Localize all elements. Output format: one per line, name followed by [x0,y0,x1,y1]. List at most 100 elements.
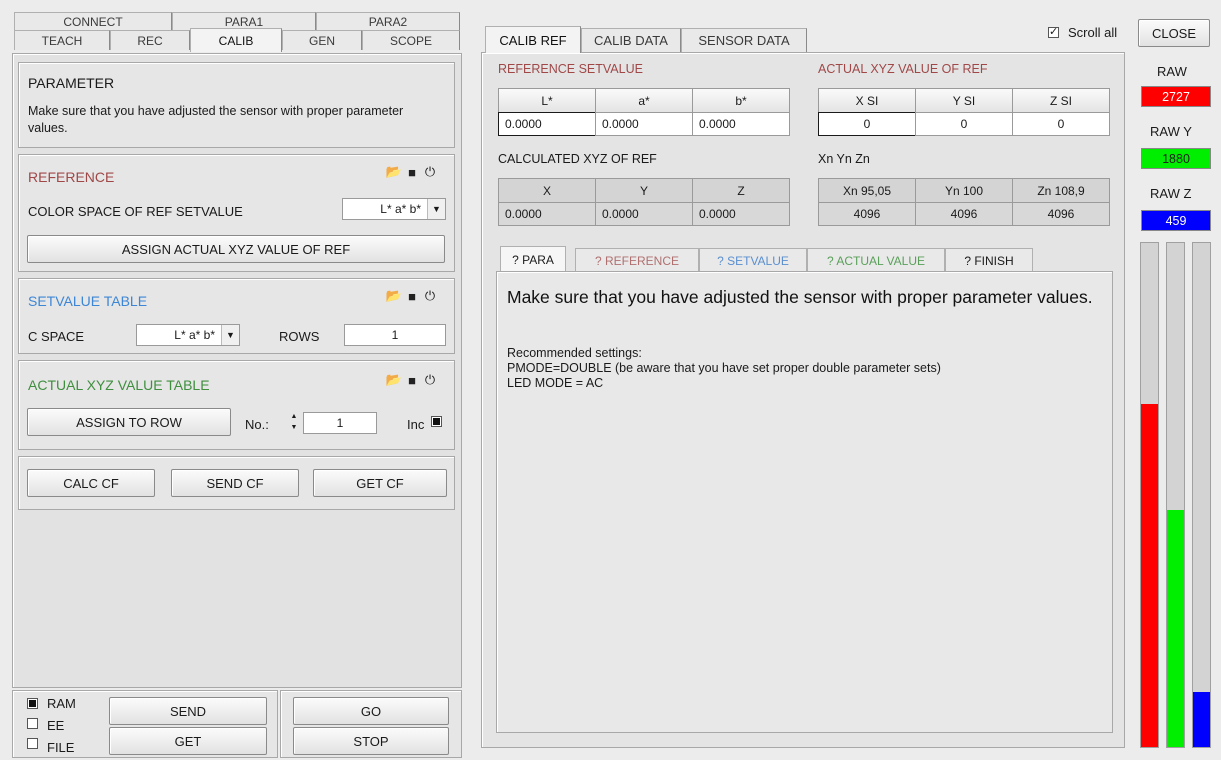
scroll-all-checkbox[interactable]: ✓ [1048,26,1059,38]
close-button[interactable]: CLOSE [1138,19,1210,47]
ref-a-input[interactable]: 0.0000 [595,112,693,136]
open-folder-icon[interactable]: 📂 [386,164,402,179]
actual-table-title: ACTUAL XYZ VALUE TABLE [28,377,210,393]
power-icon[interactable]: ⏻ [423,288,437,303]
open-folder-icon[interactable]: 📂 [386,372,402,387]
xn-header: Xn 95,05 [818,178,916,203]
run-control-panel: GO STOP [280,690,462,758]
calculated-xyz-title: CALCULATED XYZ OF REF [498,152,657,166]
actual-z-header: Z SI [1012,88,1110,113]
zn-header: Zn 108,9 [1012,178,1110,203]
calc-y-header: Y [595,178,693,203]
tab-scope[interactable]: SCOPE [362,30,460,50]
inc-label: Inc [407,417,425,432]
help-tab-reference[interactable]: ? REFERENCE [575,248,699,272]
tab-sensor-data[interactable]: SENSOR DATA [681,28,807,52]
color-space-value: L* a* b* [380,202,421,216]
tab-connect[interactable]: CONNECT [14,12,172,30]
assign-actual-xyz-button[interactable]: ASSIGN ACTUAL XYZ VALUE OF REF [27,235,445,263]
cspace-dropdown[interactable]: L* a* b* ▼ [136,324,240,346]
parameter-text: Make sure that you have adjusted the sen… [28,104,404,135]
save-disk-icon[interactable]: ■ [405,165,419,180]
calc-buttons-section: CALC CF SEND CF GET CF [18,456,455,510]
chevron-down-icon: ▼ [221,325,239,345]
tab-calib-ref[interactable]: CALIB REF [485,26,581,53]
zn-value: 4096 [1012,202,1110,226]
ref-b-input[interactable]: 0.0000 [692,112,790,136]
checkmark-icon: ✓ [1049,26,1059,38]
rawy-label: RAW Y [1150,124,1192,139]
red-level-fill [1141,404,1158,747]
help-tab-actual-value[interactable]: ? ACTUAL VALUE [807,248,945,272]
parameter-section: PARAMETER Make sure that you have adjust… [18,62,455,148]
color-space-label: COLOR SPACE OF REF SETVALUE [28,204,243,219]
left-tab-strip: CONNECT PARA1 PARA2 TEACH REC CALIB GEN … [10,10,462,54]
ram-checkbox[interactable] [27,698,38,709]
row-number-input[interactable]: 1 [303,412,377,434]
help-main-text: Make sure that you have adjusted the sen… [507,287,1093,307]
rows-input[interactable]: 1 [344,324,446,346]
help-tab-setvalue[interactable]: ? SETVALUE [699,248,807,272]
get-cf-button[interactable]: GET CF [313,469,447,497]
go-button[interactable]: GO [293,697,449,725]
cspace-value: L* a* b* [174,328,215,342]
xnynzn-title: Xn Yn Zn [818,152,870,166]
memory-target-panel: RAM EE FILE SEND GET [12,690,278,758]
yn-value: 4096 [915,202,1013,226]
help-tab-finish[interactable]: ? FINISH [945,248,1033,272]
rawz-label: RAW Z [1150,186,1192,201]
help-line-2: PMODE=DOUBLE (be aware that you have set… [507,361,941,375]
file-label: FILE [47,740,75,755]
blue-level-bar [1192,242,1211,748]
xn-value: 4096 [818,202,916,226]
calc-z-header: Z [692,178,790,203]
setvalue-title: SETVALUE TABLE [28,293,148,309]
ee-label: EE [47,718,65,733]
ref-l-header: L* [498,88,596,113]
save-disk-icon[interactable]: ■ [405,373,419,388]
open-folder-icon[interactable]: 📂 [386,288,402,303]
reference-icons: 📂 ■ ⏻ [386,164,437,180]
green-level-bar [1166,242,1185,748]
send-button[interactable]: SEND [109,697,267,725]
get-button[interactable]: GET [109,727,267,755]
file-checkbox[interactable] [27,738,38,749]
rows-label: ROWS [279,329,320,344]
stop-button[interactable]: STOP [293,727,449,755]
power-icon[interactable]: ⏻ [423,164,437,179]
rawz-value-box: 459 [1141,210,1211,231]
tab-calib-data[interactable]: CALIB DATA [581,28,681,52]
ram-label: RAM [47,696,76,711]
actual-table-icons: 📂 ■ ⏻ [386,372,437,388]
scroll-all-label: Scroll all [1068,25,1118,40]
row-number-spinner[interactable]: ▲ ▼ [287,411,301,435]
power-icon[interactable]: ⏻ [423,372,437,387]
ref-l-input[interactable]: 0.0000 [498,112,596,136]
ee-checkbox[interactable] [27,718,38,729]
help-tab-para[interactable]: ? PARA [500,246,566,272]
calc-x-header: X [498,178,596,203]
tab-calib[interactable]: CALIB [190,28,282,52]
actual-z-value[interactable]: 0 [1012,112,1110,136]
spin-up-icon[interactable]: ▲ [287,411,301,422]
tab-teach[interactable]: TEACH [14,30,110,50]
help-line-1: Recommended settings: [507,346,642,360]
no-label: No.: [245,417,269,432]
spin-down-icon[interactable]: ▼ [287,422,301,433]
green-level-fill [1167,510,1184,747]
save-disk-icon[interactable]: ■ [405,289,419,304]
inc-checkbox[interactable] [431,416,442,427]
tab-para2[interactable]: PARA2 [316,12,460,30]
raw-value-box: 2727 [1141,86,1211,107]
actual-x-value[interactable]: 0 [818,112,916,136]
reference-title: REFERENCE [28,169,115,185]
setvalue-table-section: SETVALUE TABLE 📂 ■ ⏻ C SPACE L* a* b* ▼ … [18,278,455,354]
tab-rec[interactable]: REC [110,30,190,50]
tab-gen[interactable]: GEN [282,30,362,50]
send-cf-button[interactable]: SEND CF [171,469,299,497]
color-space-dropdown[interactable]: L* a* b* ▼ [342,198,446,220]
actual-y-value[interactable]: 0 [915,112,1013,136]
calc-y-value: 0.0000 [595,202,693,226]
calc-cf-button[interactable]: CALC CF [27,469,155,497]
assign-to-row-button[interactable]: ASSIGN TO ROW [27,408,231,436]
